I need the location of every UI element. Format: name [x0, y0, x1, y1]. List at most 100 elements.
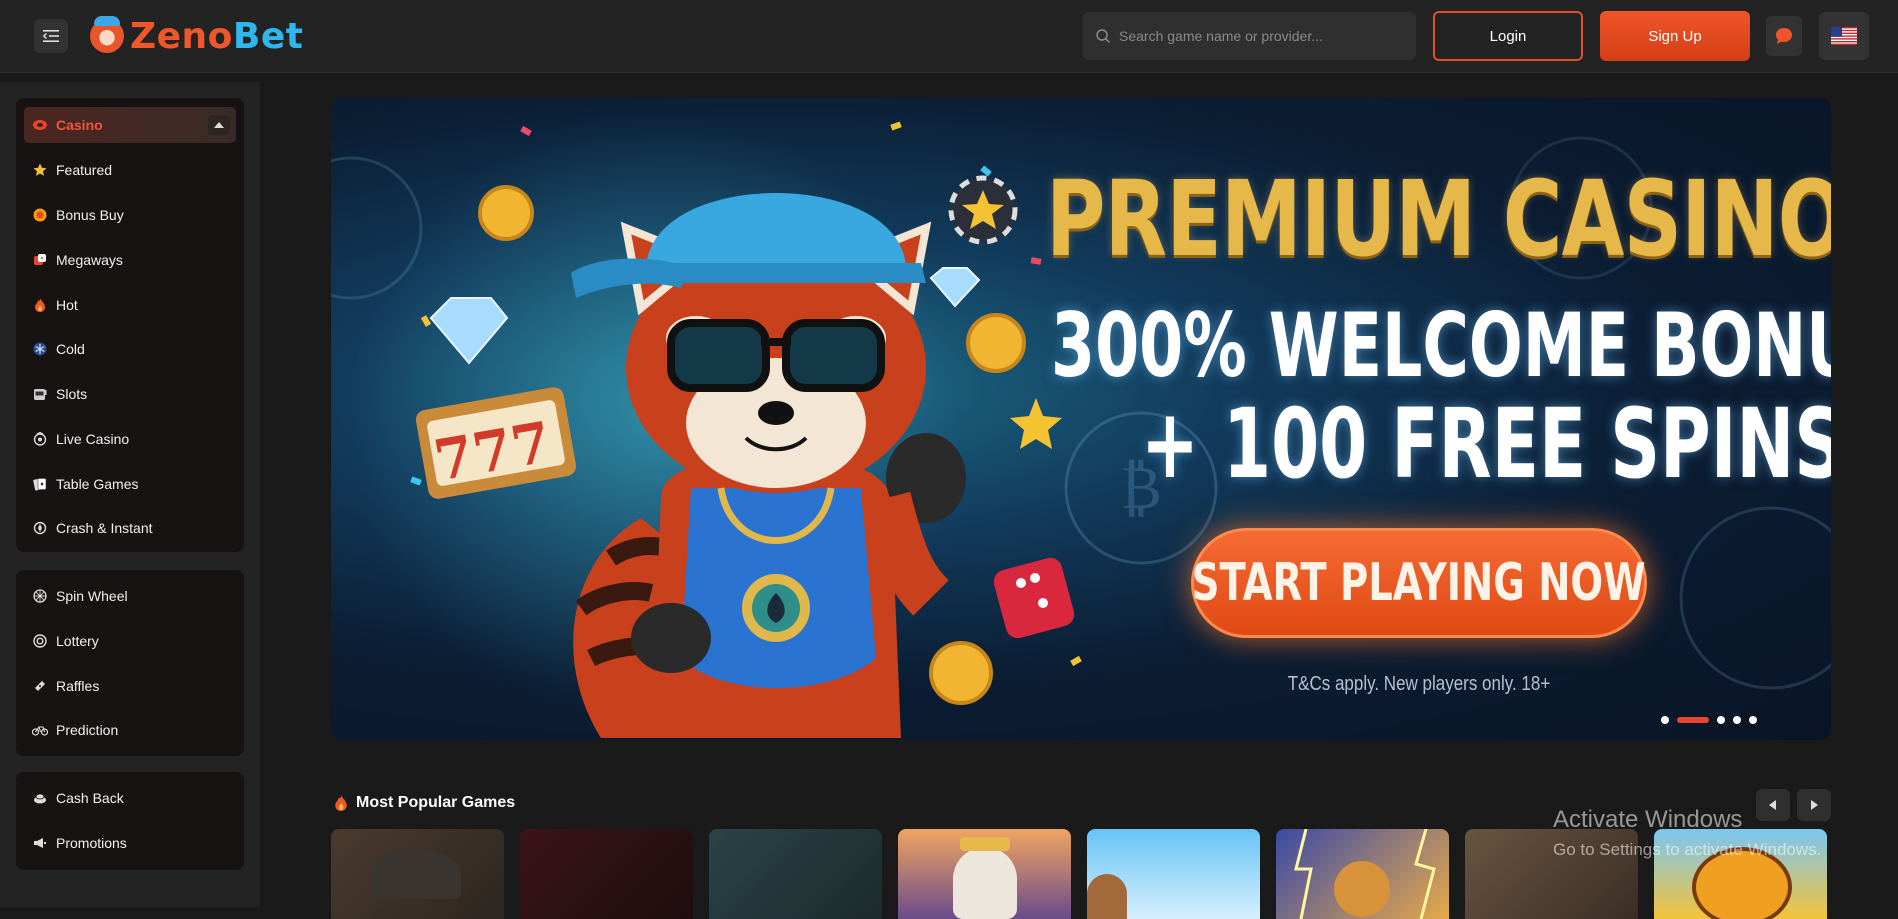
signup-button[interactable]: Sign Up [1600, 11, 1750, 61]
carousel-dot-active[interactable] [1677, 717, 1709, 723]
sidebar-item-label: Hot [56, 297, 78, 313]
ticket-icon [32, 678, 48, 694]
sidebar: Casino Featured Bonus Buy Megaways Hot C… [0, 82, 260, 907]
game-card[interactable] [898, 829, 1071, 919]
fire-icon [335, 795, 347, 811]
rocket-icon [32, 520, 48, 536]
dice-icon [32, 252, 48, 268]
bike-icon [32, 722, 48, 738]
sidebar-item-raffles[interactable]: Raffles [24, 668, 236, 704]
search-icon [1096, 29, 1111, 44]
cashback-icon [32, 790, 48, 806]
banner-disclaimer: T&Cs apply. New players only. 18+ [1287, 673, 1551, 695]
banner-headline-spins: + 100 FREE SPINS [1141, 388, 1831, 500]
red-panda-logo-icon [90, 16, 124, 53]
sidebar-item-label: Raffles [56, 678, 100, 694]
cards-icon [32, 476, 48, 492]
menu-collapse-icon [43, 30, 59, 42]
sidebar-item-promotions[interactable]: Promotions [24, 825, 236, 861]
section-title-most-popular: Most Popular Games [334, 794, 515, 812]
watermark-title: Activate Windows [1553, 806, 1743, 833]
watermark-subtitle: Go to Settings to activate Windows. [1553, 840, 1822, 859]
sidebar-item-table-games[interactable]: Table Games [24, 466, 236, 502]
sidebar-item-label: Cash Back [56, 790, 124, 806]
sidebar-item-crash-instant[interactable]: Crash & Instant [24, 510, 236, 546]
sidebar-item-bonus-buy[interactable]: Bonus Buy [24, 197, 236, 233]
sidebar-item-hot[interactable]: Hot [24, 287, 236, 323]
sidebar-item-label: Bonus Buy [56, 207, 124, 223]
chat-button[interactable] [1766, 16, 1802, 56]
sidebar-item-live-casino[interactable]: Live Casino [24, 421, 236, 457]
sidebar-item-label: Crash & Instant [56, 520, 153, 536]
game-card[interactable] [1276, 829, 1449, 919]
carousel-prev-button[interactable] [1756, 789, 1790, 821]
megaphone-icon [32, 835, 48, 851]
chevron-left-icon [1769, 800, 1776, 810]
sidebar-item-slots[interactable]: Slots [24, 376, 236, 412]
carousel-dot[interactable] [1717, 716, 1725, 724]
login-button[interactable]: Login [1433, 11, 1583, 61]
start-playing-button[interactable]: START PLAYING NOW [1191, 528, 1647, 638]
windows-activation-watermark: Activate Windows Go to Settings to activ… [1553, 806, 1821, 859]
sidebar-extras-group: Spin Wheel Lottery Raffles Prediction [16, 570, 244, 756]
carousel-dot[interactable] [1661, 716, 1669, 724]
carousel-next-button[interactable] [1797, 789, 1831, 821]
sidebar-item-featured[interactable]: Featured [24, 152, 236, 188]
carousel-pagination [1661, 716, 1757, 724]
language-selector[interactable] [1819, 12, 1869, 60]
snowflake-icon [32, 341, 48, 357]
sidebar-item-label: Casino [56, 117, 103, 133]
game-card[interactable] [709, 829, 882, 919]
casino-icon [32, 117, 48, 133]
sidebar-item-spin-wheel[interactable]: Spin Wheel [24, 578, 236, 614]
sidebar-item-label: Live Casino [56, 431, 130, 447]
sidebar-item-label: Prediction [56, 722, 119, 738]
collapse-caret-icon[interactable] [208, 115, 230, 135]
game-card[interactable] [331, 829, 504, 919]
sidebar-item-prediction[interactable]: Prediction [24, 712, 236, 748]
sidebar-casino-group: Casino Featured Bonus Buy Megaways Hot C… [16, 98, 244, 552]
logo-text-zeno: Zeno [130, 15, 233, 57]
search-input[interactable] [1119, 28, 1399, 44]
sidebar-item-cold[interactable]: Cold [24, 331, 236, 367]
sidebar-item-label: Promotions [56, 835, 127, 851]
us-flag-icon [1831, 27, 1857, 45]
live-dealer-icon [32, 431, 48, 447]
sidebar-toggle-button[interactable] [34, 19, 68, 53]
star-icon [32, 162, 48, 178]
sidebar-item-label: Cold [56, 341, 85, 357]
sidebar-item-lottery[interactable]: Lottery [24, 623, 236, 659]
fire-icon [32, 297, 48, 313]
chevron-right-icon [1811, 800, 1818, 810]
sidebar-item-label: Lottery [56, 633, 99, 649]
game-card[interactable] [520, 829, 693, 919]
start-playing-label: START PLAYING NOW [1192, 553, 1646, 613]
banner-headline-bonus: 300% WELCOME BONUS [1051, 294, 1831, 397]
sidebar-item-label: Featured [56, 162, 113, 178]
coin-icon [32, 207, 48, 223]
site-logo[interactable]: ZenoBet [90, 14, 303, 58]
chat-icon [1776, 28, 1792, 44]
carousel-dot[interactable] [1749, 716, 1757, 724]
sidebar-item-label: Spin Wheel [56, 588, 128, 604]
carousel-dot[interactable] [1733, 716, 1741, 724]
search-bar[interactable] [1083, 12, 1416, 60]
sidebar-item-cash-back[interactable]: Cash Back [24, 780, 236, 816]
logo-text-bet: Bet [232, 15, 304, 57]
pirate-hat-icon [371, 849, 461, 899]
slot-machine-icon [32, 386, 48, 402]
section-title-label: Most Popular Games [356, 794, 516, 811]
sidebar-item-label: Slots [56, 386, 88, 402]
sidebar-item-label: Megaways [56, 252, 123, 268]
sidebar-item-casino[interactable]: Casino [24, 107, 236, 143]
sidebar-rewards-group: Cash Back Promotions [16, 772, 244, 870]
sidebar-item-megaways[interactable]: Megaways [24, 242, 236, 278]
promo-banner[interactable]: ₿ 777 PREMIUM CASINO 300% WELCOME BONUS … [331, 98, 1831, 740]
top-header: ZenoBet Login Sign Up [0, 0, 1898, 73]
sidebar-item-label: Table Games [56, 476, 139, 492]
red-panda-mascot-illustration [571, 193, 966, 738]
lottery-icon [32, 633, 48, 649]
game-card[interactable] [1087, 829, 1260, 919]
wheel-icon [32, 588, 48, 604]
zeus-character-icon [953, 847, 1017, 919]
